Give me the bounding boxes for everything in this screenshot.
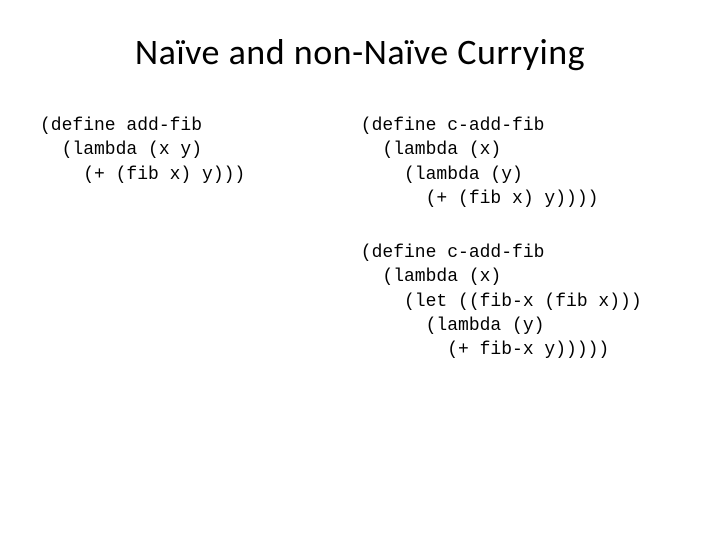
code-curried-simple: (define c-add-fib (lambda (x) (lambda (y…	[361, 114, 700, 211]
code-naive-curry: (define add-fib (lambda (x y) (+ (fib x)…	[40, 114, 341, 187]
content-columns: (define add-fib (lambda (x y) (+ (fib x)…	[40, 114, 680, 393]
slide-title: Naïve and non-Naïve Currying	[40, 30, 680, 74]
code-curried-let: (define c-add-fib (lambda (x) (let ((fib…	[361, 241, 700, 362]
left-column: (define add-fib (lambda (x y) (+ (fib x)…	[40, 114, 341, 393]
right-column: (define c-add-fib (lambda (x) (lambda (y…	[361, 114, 700, 393]
slide: Naïve and non-Naïve Currying (define add…	[0, 0, 720, 540]
